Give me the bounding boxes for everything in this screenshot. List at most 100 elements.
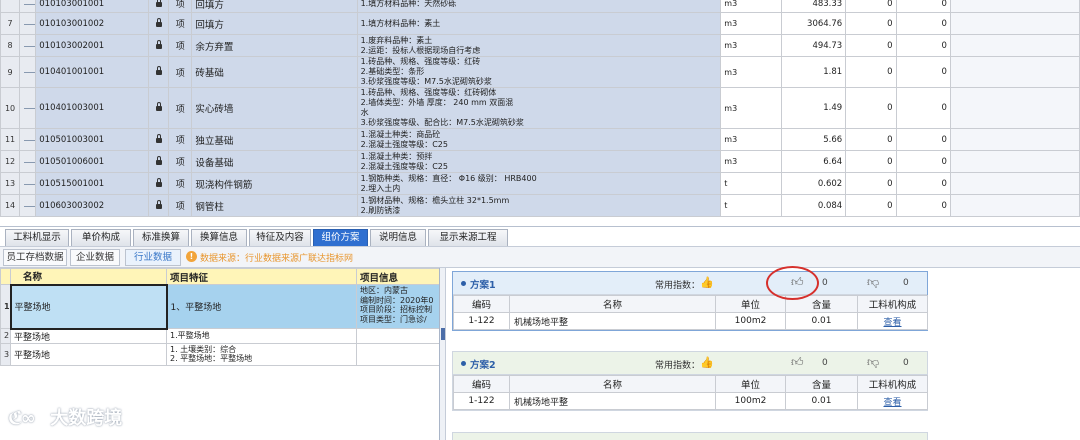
view-link[interactable]: 查看 <box>883 398 901 408</box>
row-number[interactable]: 7 <box>0 12 21 35</box>
row-number[interactable]: 11 <box>0 128 21 151</box>
table-row[interactable]: 11 010501003001 项独立基础 1.混凝土种类：商品砼 2.混凝土强度等级：… <box>0 128 1080 151</box>
empty-cell[interactable] <box>949 87 1080 129</box>
item-quantity[interactable]: 0.084 <box>780 194 847 217</box>
table-row[interactable]: 3 平整场地 1. 土壤类别：综合 2. 平整场地：平整场地 <box>0 342 439 366</box>
item-quantity[interactable]: 3064.76 <box>780 12 847 35</box>
item-info[interactable]: 地区：内蒙古 编制时间：2020年0 项目阶段：招标控制 项目类型：门急诊/ <box>356 284 439 329</box>
item-code[interactable]: 010515001001 <box>35 172 150 195</box>
tab-standard-conversion[interactable]: 标准换算 <box>133 229 189 246</box>
item-quantity[interactable]: 1.81 <box>780 56 847 88</box>
subtab-employee-archive[interactable]: 员工存档数据 <box>3 249 67 266</box>
item-type[interactable]: 项 <box>168 87 193 129</box>
item-value[interactable]: 0 <box>845 34 897 57</box>
item-value[interactable]: 0 <box>845 56 897 88</box>
empty-cell[interactable] <box>949 0 1080 13</box>
item-name[interactable]: 设备基础 <box>191 150 358 173</box>
item-features[interactable]: 1.填方材料品种：素土 <box>356 12 722 35</box>
item-name[interactable]: 实心砖墙 <box>191 87 358 129</box>
item-value[interactable]: 0 <box>895 172 951 195</box>
item-features[interactable]: 1.钢材品种、规格：檐头立柱 32*1.5mm 2.刷防锈漆 <box>356 194 722 217</box>
subtab-enterprise-data[interactable]: 企业数据 <box>70 249 120 266</box>
item-name[interactable]: 回填方 <box>191 12 358 35</box>
table-row[interactable]: 2 平整场地 1.平整场地 <box>0 328 439 344</box>
item-value[interactable]: 0 <box>895 34 951 57</box>
item-quantity[interactable]: 1.49 <box>780 87 847 129</box>
item-features[interactable]: 1.废弃料品种：素土 2.运距：投标人根据现场自行考虑 <box>356 34 722 57</box>
item-name[interactable]: 独立基础 <box>191 128 358 151</box>
row-number[interactable]: 8 <box>0 34 21 57</box>
item-name[interactable]: 平整场地 <box>10 342 167 366</box>
item-code[interactable]: 010103001002 <box>35 12 150 35</box>
item-type[interactable]: 项 <box>168 56 193 88</box>
item-features[interactable]: 1.砖品种、规格、强度等级：红砖 2.基础类型：条形 3.砂浆强度等级：M7.5水泥… <box>356 56 722 88</box>
item-unit[interactable]: m3 <box>720 87 782 129</box>
item-value[interactable]: 0 <box>895 87 951 129</box>
item-value[interactable]: 0 <box>895 56 951 88</box>
item-type[interactable]: 项 <box>168 34 193 57</box>
tab-features-content[interactable]: 特征及内容 <box>249 229 311 246</box>
table-row[interactable]: 14 010603003002 项钢管柱 1.钢材品种、规格：檐头立柱 32*1.5m… <box>0 194 1080 217</box>
empty-cell[interactable] <box>949 194 1080 217</box>
item-value[interactable]: 0 <box>895 0 951 13</box>
item-value[interactable]: 0 <box>895 128 951 151</box>
item-feature[interactable]: 1.平整场地 <box>166 328 357 344</box>
table-row[interactable]: 1-122 机械场地平整 100m2 0.01 查看 <box>453 312 928 330</box>
item-name[interactable]: 平整场地 <box>9 283 168 330</box>
item-unit[interactable]: m3 <box>720 12 782 35</box>
item-unit[interactable]: m3 <box>720 150 782 173</box>
item-type[interactable]: 项 <box>168 172 193 195</box>
item-name[interactable]: 余方弃置 <box>191 34 358 57</box>
item-quantity[interactable]: 6.64 <box>780 150 847 173</box>
thumbs-down-icon[interactable]: 👎︎ <box>867 276 879 289</box>
item-code[interactable]: 010103002001 <box>35 34 150 57</box>
row-number[interactable]: 13 <box>0 172 21 195</box>
tab-description[interactable]: 说明信息 <box>370 229 426 246</box>
table-row[interactable]: 13 010515001001 项现浇构件钢筋 1.钢筋种类、规格：直径： Φ16 级… <box>0 172 1080 195</box>
item-features[interactable]: 1.混凝土种类：商品砼 2.混凝土强度等级：C25 <box>356 128 722 151</box>
table-row[interactable]: 9 010401001001 项砖基础 1.砖品种、规格、强度等级：红砖 2.基础类型：… <box>0 56 1080 88</box>
item-quantity[interactable]: 483.33 <box>780 0 847 13</box>
item-unit[interactable]: m3 <box>720 34 782 57</box>
item-feature[interactable]: 1. 土壤类别：综合 2. 平整场地：平整场地 <box>166 342 357 366</box>
item-feature[interactable]: 1、平整场地 <box>166 284 357 329</box>
table-row[interactable]: 1-122 机械场地平整 100m2 0.01 查看 <box>453 392 928 410</box>
item-unit[interactable]: t <box>720 172 782 195</box>
item-code[interactable]: 010501003001 <box>35 128 150 151</box>
table-row[interactable]: 8 010103002001 项余方弃置 1.废弃料品种：素土 2.运距：投标人根据现场… <box>0 34 1080 57</box>
item-features[interactable]: 1.填方材料品种：天然砂砾 <box>356 0 722 13</box>
item-unit[interactable]: m3 <box>720 56 782 88</box>
item-value[interactable]: 0 <box>895 12 951 35</box>
item-quantity[interactable]: 494.73 <box>780 34 847 57</box>
tab-show-source-project[interactable]: 显示来源工程 <box>428 229 508 246</box>
empty-cell[interactable] <box>949 172 1080 195</box>
row-number[interactable]: 10 <box>0 87 21 129</box>
item-type[interactable]: 项 <box>168 128 193 151</box>
subtab-industry-data[interactable]: 行业数据 <box>125 249 181 266</box>
item-value[interactable]: 0 <box>845 150 897 173</box>
tab-unit-price-composition[interactable]: 单价构成 <box>71 229 131 246</box>
item-name[interactable]: 回填方 <box>191 0 358 13</box>
empty-cell[interactable] <box>949 12 1080 35</box>
row-number[interactable]: 12 <box>0 150 21 173</box>
item-name[interactable]: 平整场地 <box>10 328 167 344</box>
item-type[interactable]: 项 <box>168 150 193 173</box>
item-type[interactable]: 项 <box>168 0 193 13</box>
item-value[interactable]: 0 <box>845 0 897 13</box>
splitter-grip[interactable] <box>441 328 445 340</box>
item-value[interactable]: 0 <box>845 172 897 195</box>
table-row[interactable]: 10 010401003001 项实心砖墙 1.砖品种、规格、强度等级：红砖砌体 2.墙… <box>0 87 1080 129</box>
item-type[interactable]: 项 <box>168 12 193 35</box>
item-quantity[interactable]: 0.602 <box>780 172 847 195</box>
view-link[interactable]: 查看 <box>883 318 901 328</box>
item-value[interactable]: 0 <box>895 194 951 217</box>
item-name[interactable]: 钢管柱 <box>191 194 358 217</box>
item-quantity[interactable]: 5.66 <box>780 128 847 151</box>
item-code[interactable]: 010401003001 <box>35 87 150 129</box>
tab-labor-material-machine[interactable]: 工料机显示 <box>5 229 69 246</box>
item-code[interactable]: 010501006001 <box>35 150 150 173</box>
tab-pricing-plan[interactable]: 组价方案 <box>313 229 368 246</box>
item-value[interactable]: 0 <box>845 128 897 151</box>
item-value[interactable]: 0 <box>895 150 951 173</box>
empty-cell[interactable] <box>949 128 1080 151</box>
